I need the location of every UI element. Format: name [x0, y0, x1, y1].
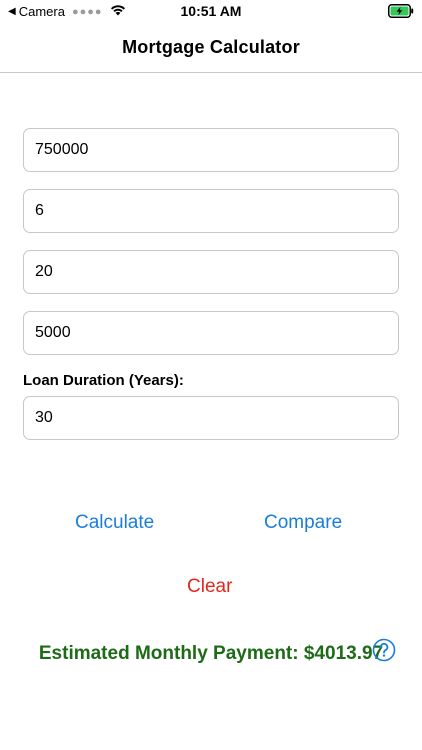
loan-duration-label: Loan Duration (Years): [23, 372, 184, 389]
loan-duration-input[interactable] [23, 396, 399, 440]
interest-rate-input[interactable] [23, 189, 399, 233]
page-title: Mortgage Calculator [122, 37, 300, 57]
extra-amount-input[interactable] [23, 311, 399, 355]
calculate-button[interactable]: Calculate [75, 512, 154, 534]
help-circle-icon[interactable] [372, 638, 396, 667]
battery-charging-icon [388, 4, 414, 23]
down-payment-input[interactable] [23, 250, 399, 294]
navigation-bar: Mortgage Calculator [0, 24, 422, 73]
monthly-payment-result: Estimated Monthly Payment: $4013.97 [38, 643, 384, 664]
status-time: 10:51 AM [180, 3, 242, 19]
compare-button[interactable]: Compare [264, 512, 342, 534]
clear-button[interactable]: Clear [187, 576, 232, 598]
status-bar: ◀ Camera ●●●● 10:51 AM [0, 0, 422, 24]
home-price-input[interactable] [23, 128, 399, 172]
